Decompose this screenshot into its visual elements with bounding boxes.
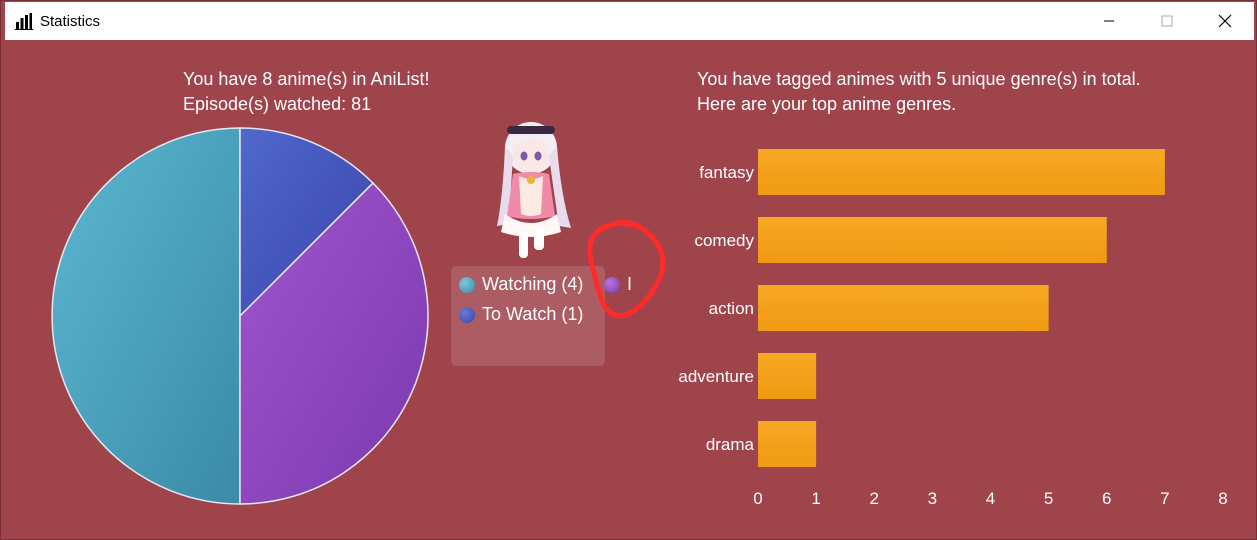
top-genres-text: Here are your top anime genres. [697, 94, 957, 114]
statistics-window: Statistics You have 8 anime(s) in AniLis… [0, 0, 1257, 540]
x-tick-label-6: 6 [1102, 489, 1111, 506]
genre-summary: You have tagged animes with 5 unique gen… [697, 67, 1141, 117]
genre-bar-chart: fantasy comedy action adventure drama 0 1 2 3 4 5 6… [645, 126, 1245, 508]
close-button[interactable] [1196, 2, 1254, 40]
x-tick-label-7: 7 [1160, 489, 1169, 506]
minimize-icon [1104, 20, 1114, 22]
minimize-button[interactable] [1080, 2, 1138, 40]
legend-dot-watching [459, 276, 475, 293]
category-label-fantasy: fantasy [699, 163, 754, 182]
x-tick-label-8: 8 [1218, 489, 1227, 506]
legend-item-to-watch: To Watch (1) [459, 304, 583, 325]
x-tick-label-3: 3 [928, 489, 937, 506]
close-icon [1218, 14, 1232, 28]
mascot-character-image [497, 122, 571, 258]
genre-count-text: You have tagged animes with 5 unique gen… [697, 69, 1141, 89]
maximize-icon [1161, 15, 1173, 27]
bar-chart-icon [15, 13, 33, 30]
category-label-drama: drama [706, 435, 755, 454]
legend-item-watching: Watching (4) [459, 274, 583, 295]
pie-slice-watching [51, 127, 241, 505]
anime-count-text: You have 8 anime(s) in AniList! [183, 69, 430, 89]
legend-label-to-watch: To Watch (1) [482, 304, 584, 324]
legend-dot-to-watch [459, 306, 475, 323]
x-tick-label-5: 5 [1044, 489, 1053, 506]
title-bar[interactable]: Statistics [5, 2, 1254, 40]
category-label-adventure: adventure [678, 367, 754, 386]
maximize-button[interactable] [1138, 2, 1196, 40]
bar-action [758, 285, 1049, 331]
category-label-comedy: comedy [694, 231, 754, 250]
bar-drama [758, 421, 817, 467]
bar-comedy [758, 217, 1107, 263]
x-tick-label-4: 4 [986, 489, 995, 506]
x-tick-label-1: 1 [811, 489, 820, 506]
anime-summary: You have 8 anime(s) in AniList! Episode(… [183, 67, 429, 117]
bar-adventure [758, 353, 817, 399]
x-tick-label-2: 2 [870, 489, 879, 506]
x-tick-label-0: 0 [753, 489, 762, 506]
status-pie-chart [50, 126, 430, 506]
category-label-action: action [709, 299, 754, 318]
statistics-content: You have 8 anime(s) in AniList! Episode(… [5, 40, 1254, 537]
window-title: Statistics [40, 12, 101, 30]
legend-label-watching: Watching (4) [482, 274, 584, 294]
episodes-watched-text: Episode(s) watched: 81 [183, 94, 372, 114]
bar-fantasy [758, 149, 1165, 195]
